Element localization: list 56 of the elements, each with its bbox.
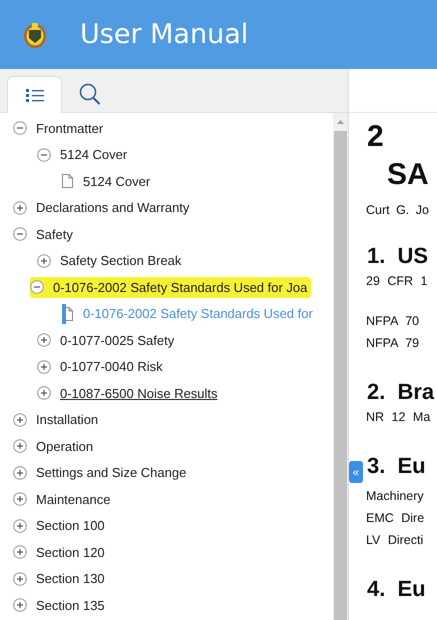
expand-icon[interactable]: [13, 412, 27, 427]
paragraph: NFPA 79: [366, 335, 420, 352]
page-icon: [62, 174, 73, 188]
section-heading: 1. US: [367, 243, 430, 269]
paragraph: LV Directi: [366, 532, 424, 549]
paragraph: NR 12 Ma: [366, 409, 432, 426]
tree-item[interactable]: Settings and Size Change: [36, 464, 186, 482]
collapse-icon[interactable]: [37, 148, 51, 162]
expand-icon[interactable]: [37, 254, 51, 268]
paragraph: Machinery: [366, 488, 425, 505]
tree-item[interactable]: Safety Section Break: [60, 252, 182, 270]
tree-item[interactable]: Maintenance: [36, 490, 110, 508]
scrollbar[interactable]: [333, 113, 348, 620]
tree-item[interactable]: Section 100: [36, 517, 105, 534]
expand-icon[interactable]: [13, 545, 27, 560]
tree-item[interactable]: 5124 Cover: [83, 172, 150, 190]
selection-bar: [62, 304, 66, 324]
collapse-icon[interactable]: [13, 121, 27, 136]
tree-item[interactable]: Section 135: [36, 596, 105, 614]
collapse-icon[interactable]: [13, 227, 27, 242]
tree-item[interactable]: Safety: [36, 226, 73, 243]
expand-icon[interactable]: [13, 466, 27, 480]
emblem-icon: [23, 20, 47, 48]
paragraph: 29 CFR 1: [366, 273, 428, 290]
paragraph: EMC Dire: [366, 510, 426, 527]
tree-item[interactable]: Frontmatter: [36, 120, 104, 137]
paragraph: NFPA 70: [366, 313, 420, 330]
document-title: 2: [367, 119, 385, 155]
tree-item[interactable]: 0-1087-6500 Noise Results: [60, 384, 218, 402]
collapse-icon[interactable]: [30, 280, 44, 294]
tree-item[interactable]: 0-1076-2002 Safety Standards Used for Joa: [53, 278, 308, 296]
document-subtitle: SA: [387, 157, 430, 193]
expand-icon[interactable]: [13, 572, 27, 586]
tree-item[interactable]: 5124 Cover: [60, 146, 128, 164]
tree-item[interactable]: Section 130: [36, 570, 105, 588]
author-name: Curt G. Jo: [366, 203, 430, 217]
tree-item[interactable]: Section 120: [36, 544, 105, 561]
contents-tab[interactable]: [7, 76, 62, 113]
tree-item[interactable]: Declarations and Warranty: [36, 199, 190, 216]
expand-icon[interactable]: [37, 333, 51, 348]
expand-icon[interactable]: [13, 518, 27, 533]
list-icon[interactable]: [24, 87, 44, 103]
tree-item[interactable]: 0-1077-0040 Risk: [60, 358, 163, 376]
tree-item[interactable]: Installation: [36, 411, 98, 428]
expand-icon[interactable]: [13, 598, 27, 612]
expand-icon[interactable]: [37, 386, 51, 400]
app-title: User Manual: [80, 19, 248, 50]
expand-icon[interactable]: [13, 492, 27, 506]
expand-icon[interactable]: [13, 439, 27, 454]
section-heading: 3. Eu: [367, 453, 427, 479]
tree-item[interactable]: 0-1077-0025 Safety: [60, 332, 174, 349]
section-heading: 4. Eu: [367, 576, 427, 602]
expand-icon[interactable]: [13, 200, 27, 215]
expand-icon[interactable]: [37, 360, 51, 374]
tree-item[interactable]: Operation: [36, 438, 94, 455]
section-heading: 2. Bra: [367, 379, 436, 405]
